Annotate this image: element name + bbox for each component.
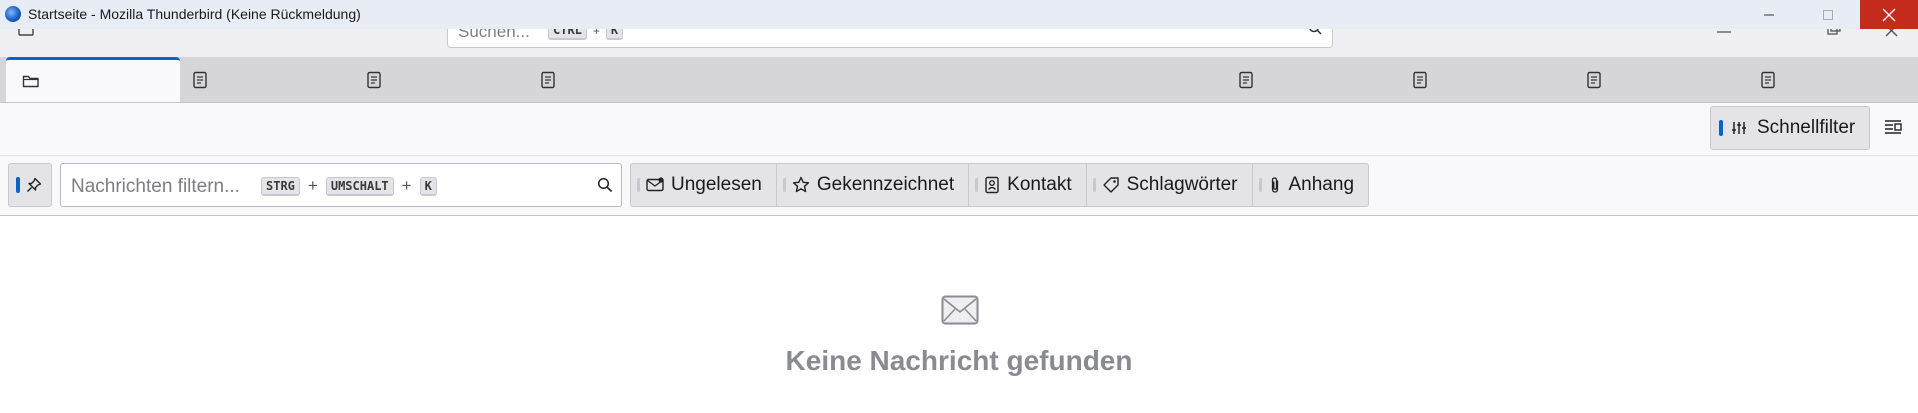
pin-icon [26,177,42,193]
folder-icon [22,75,39,88]
filter-contact-button[interactable]: Kontakt [969,164,1087,206]
grip [637,178,640,192]
message-filter-input[interactable]: Nachrichten filtern... STRG + UMSCHALT +… [60,163,622,207]
quick-filter-toggle-label: Schnellfilter [1757,117,1856,138]
filter-shortcut: STRG + UMSCHALT + K [261,176,437,196]
toggle-active-indicator [1719,120,1723,136]
tab-message-4[interactable] [1222,57,1396,102]
document-icon [1761,71,1775,88]
filter-placeholder: Nachrichten filtern... [71,176,240,197]
empty-state-message: Keine Nachricht gefunden [785,345,1133,376]
grip [1092,178,1096,192]
global-search-shortcut: CTRL + K [548,29,624,40]
close-app-icon[interactable] [1884,29,1900,37]
spaces-menu-icon[interactable] [18,29,34,37]
filter-unread-button[interactable]: Ungelesen [631,164,777,206]
tab-message-2[interactable] [350,57,524,102]
quick-filter-bar: Nachrichten filtern... STRG + UMSCHALT +… [0,156,1918,216]
unified-toolbar: Suchen... CTRL + K [0,29,1918,57]
global-search-placeholder: Suchen... [458,29,530,41]
global-search-input[interactable]: Suchen... CTRL + K [447,29,1333,48]
thread-pane-header [0,103,1918,156]
search-icon [597,177,613,193]
window-titlebar: Startseite - Mozilla Thunderbird (Keine … [0,0,1918,29]
kbd-ctrl: CTRL [548,29,587,40]
maximize-button[interactable] [1799,0,1857,29]
thread-list-empty-state: Keine Nachricht gefunden [0,216,1918,413]
tab-strip [0,57,1918,103]
document-icon [1587,71,1601,88]
maximize-icon [1823,9,1833,20]
tab-message-7[interactable] [1744,57,1918,102]
thunderbird-logo-icon [5,6,21,22]
close-button[interactable] [1860,0,1918,29]
kbd-umschalt: UMSCHALT [325,176,394,196]
restore-app-icon[interactable] [1826,29,1842,37]
filter-contact-label: Kontakt [1007,174,1072,195]
envelope-icon [646,177,664,192]
star-icon [792,176,809,193]
minimize-icon [1764,14,1774,15]
window-title: Startseite - Mozilla Thunderbird (Keine … [28,6,361,22]
tab-message-1[interactable] [176,57,350,102]
tab-message-6[interactable] [1570,57,1744,102]
filter-starred-label: Gekennzeichnet [816,174,955,195]
kbd-plus: + [592,29,600,38]
filter-buttons-group: Ungelesen Gekennzeichnet Kontakt Schlagw… [630,163,1370,207]
empty-envelope-icon [941,295,979,325]
minimize-app-icon[interactable] [1716,29,1732,35]
kbd-strg: STRG [261,176,300,196]
filter-unread-label: Ungelesen [671,174,762,195]
grip [782,178,786,192]
kbd-plus-2: + [401,176,412,195]
filter-attachment-button[interactable]: Anhang [1253,164,1369,206]
tag-icon [1102,177,1119,193]
sticky-filter-button[interactable] [8,163,52,207]
close-icon [1882,8,1896,21]
filter-tags-button[interactable]: Schlagwörter [1087,164,1253,206]
document-icon [1239,71,1253,88]
quick-filter-toggle-button[interactable]: Schnellfilter [1710,106,1870,150]
kbd-plus-1: + [307,176,318,195]
search-icon [1309,29,1322,35]
sticky-active-indicator [16,177,20,193]
document-icon [1413,71,1427,88]
filter-attachment-label: Anhang [1288,174,1355,195]
kbd-k: K [419,176,437,196]
grip [1258,178,1262,192]
tab-message-3[interactable] [524,57,698,102]
document-icon [367,71,381,88]
document-icon [193,71,207,88]
tab-message-5[interactable] [1396,57,1570,102]
paperclip-icon [1271,177,1278,193]
kbd-k: K [605,29,624,40]
grip [975,178,979,192]
minimize-button[interactable] [1740,0,1798,29]
filter-tags-label: Schlagwörter [1126,174,1238,195]
filter-starred-button[interactable]: Gekennzeichnet [777,164,970,206]
contact-icon [985,176,999,194]
tab-mail-folder[interactable] [6,57,180,102]
display-options-icon[interactable] [1884,118,1902,136]
document-icon [541,71,555,88]
sliders-icon [1732,122,1746,134]
